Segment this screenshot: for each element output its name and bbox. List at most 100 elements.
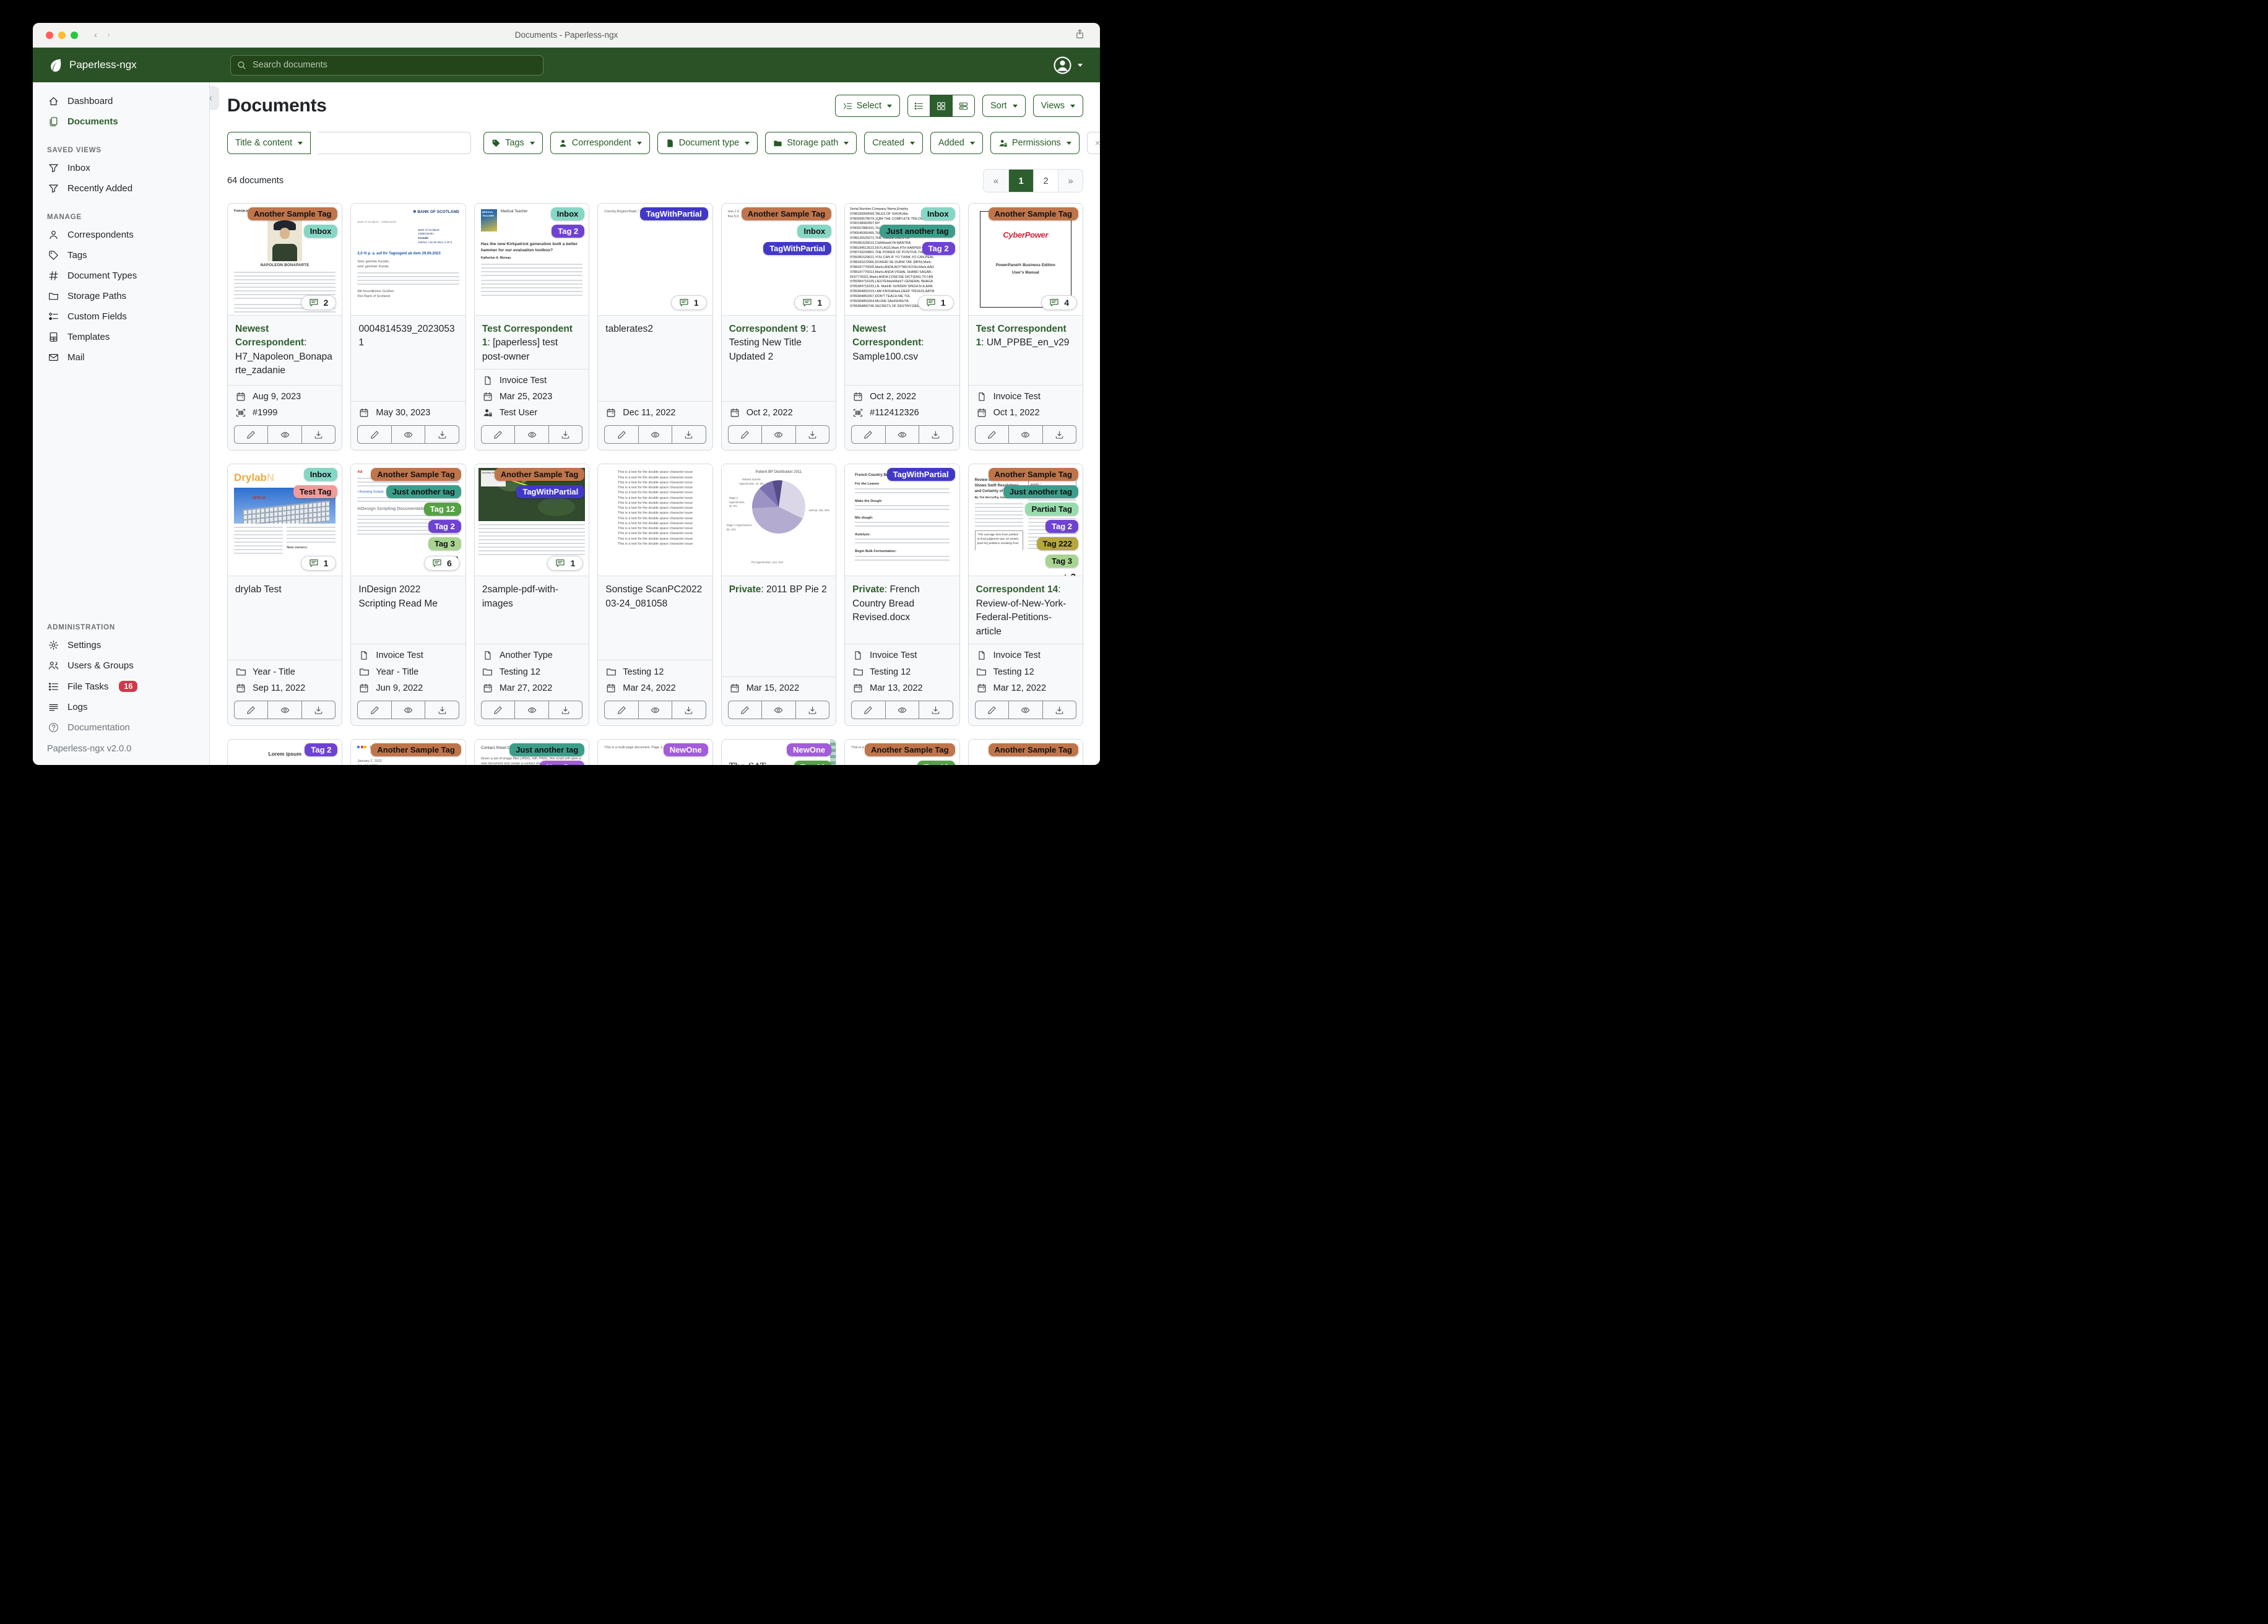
- share-icon[interactable]: [1075, 28, 1085, 40]
- document-card[interactable]: This is a testAnother Sample TagTag 12: [844, 739, 960, 765]
- filter-document-type-button[interactable]: Document type: [657, 132, 758, 154]
- sidebar-item-dashboard[interactable]: Dashboard: [33, 91, 209, 111]
- download-button[interactable]: [795, 426, 829, 444]
- edit-button[interactable]: [482, 701, 514, 719]
- tag-pill-newone[interactable]: NewOne: [663, 743, 708, 757]
- sidebar-item-correspondents[interactable]: Correspondents: [33, 225, 209, 245]
- download-button[interactable]: [672, 701, 705, 719]
- document-card[interactable]: This is a multi page document. Page 1. Ne…: [597, 739, 713, 765]
- tag-pill-inbox[interactable]: Inbox: [303, 225, 338, 238]
- global-search[interactable]: [230, 54, 543, 76]
- tag-pill-tag3[interactable]: Tag 3: [1045, 555, 1078, 568]
- document-title[interactable]: Newest Correspondent: Sample100.csv: [845, 316, 959, 369]
- filter-field-dropdown[interactable]: Title & content: [227, 132, 311, 154]
- user-menu[interactable]: [1053, 56, 1083, 75]
- download-button[interactable]: [672, 426, 705, 444]
- view-mode-list-button[interactable]: [907, 95, 930, 116]
- preview-button[interactable]: [267, 426, 301, 444]
- edit-button[interactable]: [235, 426, 267, 443]
- sidebar-item-recently-added[interactable]: Recently Added: [33, 178, 209, 199]
- preview-button[interactable]: [885, 426, 919, 444]
- document-card[interactable]: Test Name January 2, 2022 July 14, 1984 …: [350, 739, 466, 765]
- filter-permissions-button[interactable]: Permissions: [990, 132, 1080, 154]
- filter-created-button[interactable]: Created: [864, 132, 923, 154]
- tag-pill-tag2[interactable]: Tag 2: [1045, 520, 1078, 533]
- tag-pill-inbox[interactable]: Inbox: [797, 225, 832, 238]
- comment-count-badge[interactable]: 1: [300, 556, 337, 571]
- document-title[interactable]: 2sample-pdf-with-images: [475, 576, 589, 616]
- download-button[interactable]: [795, 701, 829, 719]
- preview-button[interactable]: [267, 701, 301, 719]
- tag-pill-tag2[interactable]: Tag 2: [922, 242, 955, 255]
- download-button[interactable]: [425, 701, 458, 719]
- tag-pill-justanother[interactable]: Just another tag: [1003, 485, 1078, 499]
- document-thumbnail[interactable]: MEDICAL TEACHER Medical Teacher Has the n…: [474, 204, 589, 316]
- reset-filters-button[interactable]: ×Reset filters: [1086, 132, 1100, 154]
- document-title[interactable]: 0004814539_20230531: [351, 316, 465, 355]
- document-card[interactable]: DrylabN NETFLIX New owners: Inbox Test Tag…: [227, 464, 343, 727]
- tag-pill-tagwithpartial[interactable]: TagWithPartial: [639, 207, 708, 220]
- comment-count-badge[interactable]: 1: [794, 295, 831, 310]
- tag-pill-another[interactable]: Another Sample Tag: [988, 468, 1078, 482]
- preview-button[interactable]: [1008, 701, 1042, 719]
- edit-button[interactable]: [605, 701, 638, 719]
- pagination-page-2[interactable]: 2: [1033, 170, 1058, 192]
- edit-button[interactable]: [976, 701, 1008, 719]
- document-thumbnail[interactable]: This is a test for the double space char…: [598, 464, 712, 577]
- preview-button[interactable]: [391, 426, 425, 444]
- preview-button[interactable]: [391, 701, 425, 719]
- tag-pill-tagwithpartial[interactable]: TagWithPartial: [886, 468, 955, 482]
- edit-button[interactable]: [605, 426, 638, 443]
- document-thumbnail[interactable]: Francja pod r NAPOLEON BONAPARTE Another …: [228, 204, 342, 316]
- document-thumbnail[interactable]: Contact Sheet Demo Given a set of image …: [474, 740, 589, 765]
- filter-correspondent-button[interactable]: Correspondent: [550, 132, 650, 154]
- edit-button[interactable]: [235, 701, 267, 719]
- document-thumbnail[interactable]: Lorem ipsumLorem ipsum dolor sit amet, c…: [228, 740, 342, 765]
- document-title[interactable]: InDesign 2022 Scripting Read Me: [351, 576, 465, 616]
- document-card[interactable]: Country,Region/State," TagWithPartial 1 tab…: [597, 203, 713, 451]
- download-button[interactable]: [301, 701, 335, 719]
- select-button[interactable]: Select: [834, 95, 900, 117]
- pagination-next[interactable]: »: [1058, 170, 1083, 192]
- download-button[interactable]: [1042, 426, 1076, 444]
- edit-button[interactable]: [852, 701, 885, 719]
- document-card[interactable]: The SAT Practice Test #1Make time to tak…: [721, 739, 837, 765]
- tag-pill-another[interactable]: Another Sample Tag: [741, 207, 832, 220]
- edit-button[interactable]: [976, 426, 1008, 443]
- tag-pill-tag2[interactable]: Tag 2: [305, 743, 338, 757]
- document-card[interactable]: Lorem ipsumLorem ipsum dolor sit amet, c…: [967, 739, 1083, 765]
- document-card[interactable]: Boundary Waters Trip Another Sample Tag Ta…: [474, 464, 590, 727]
- tag-pill-tag222[interactable]: Tag 222: [1036, 537, 1078, 551]
- document-thumbnail[interactable]: ✻ BANK OF SCOTLAND Bank of Scotland · 108…: [351, 204, 465, 316]
- edit-button[interactable]: [358, 426, 391, 443]
- download-button[interactable]: [548, 426, 582, 444]
- tag-pill-tag12[interactable]: Tag 12: [917, 761, 955, 765]
- document-title[interactable]: Correspondent 9: 1 Testing New Title Upd…: [722, 316, 836, 369]
- document-thumbnail[interactable]: This is a multi page document. Page 1. Ne…: [598, 740, 712, 765]
- document-card[interactable]: one,1.0 five,5.0 Another Sample Tag Inbox T…: [721, 203, 837, 451]
- sidebar-item-file-tasks[interactable]: File Tasks 16: [33, 676, 209, 697]
- tag-pill-newone[interactable]: NewOne: [540, 761, 585, 765]
- tag-pill-justanother[interactable]: Just another tag: [386, 485, 461, 499]
- preview-button[interactable]: [514, 701, 548, 719]
- comment-count-badge[interactable]: 1: [547, 556, 584, 571]
- comment-count-badge[interactable]: 1: [670, 295, 707, 310]
- document-title[interactable]: tablerates2: [598, 316, 712, 341]
- document-thumbnail[interactable]: French Country Bread For the Leaven Make t…: [845, 464, 959, 577]
- document-thumbnail[interactable]: This is a testAnother Sample TagTag 12: [845, 740, 959, 765]
- sidebar-item-storage-paths[interactable]: Storage Paths: [33, 286, 209, 306]
- sidebar-item-documentation[interactable]: Documentation: [33, 717, 209, 738]
- document-card[interactable]: ✻ BANK OF SCOTLAND Bank of Scotland · 108…: [350, 203, 466, 451]
- edit-button[interactable]: [358, 701, 391, 719]
- tag-pill-tagwithpartial[interactable]: TagWithPartial: [763, 242, 832, 255]
- tag-pill-inbox[interactable]: Inbox: [550, 207, 585, 220]
- sidebar-item-tags[interactable]: Tags: [33, 245, 209, 266]
- view-mode-detail-button[interactable]: [951, 95, 974, 116]
- search-input[interactable]: [251, 59, 537, 71]
- sidebar-item-templates[interactable]: Templates: [33, 327, 209, 347]
- download-button[interactable]: [425, 426, 458, 444]
- tag-pill-partial[interactable]: Partial Tag: [1025, 503, 1078, 516]
- comment-count-badge[interactable]: 6: [424, 556, 460, 571]
- sidebar-item-mail[interactable]: Mail: [33, 347, 209, 368]
- pagination-prev[interactable]: «: [984, 170, 1008, 192]
